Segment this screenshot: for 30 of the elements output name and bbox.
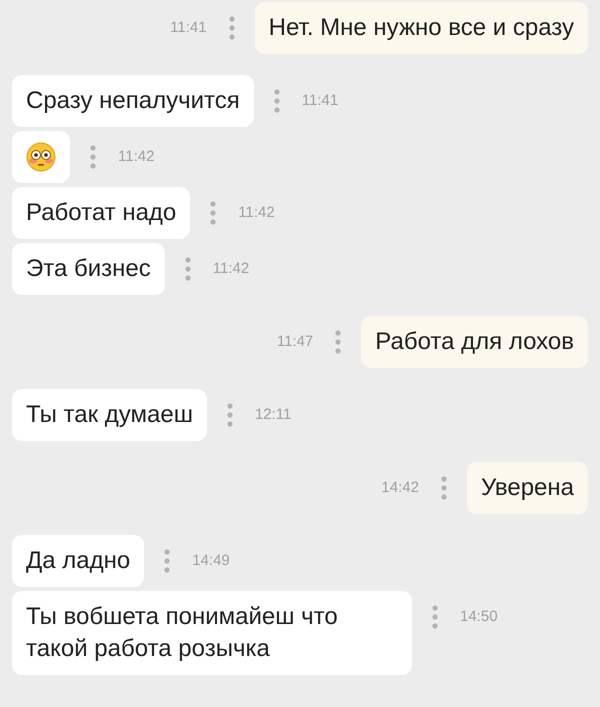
message-time: 11:47 (276, 332, 314, 352)
message-time: 11:42 (212, 258, 250, 279)
more-options-icon[interactable] (440, 475, 447, 501)
more-options-icon[interactable] (335, 329, 342, 355)
more-options-icon[interactable] (210, 200, 216, 226)
message-time: 14:42 (381, 478, 419, 498)
more-options-icon[interactable] (226, 402, 233, 428)
message-text: Ты так думаеш (12, 389, 207, 441)
message-text: Эта бизнес (12, 243, 165, 295)
message-text: Уверена (466, 462, 588, 514)
more-options-icon[interactable] (184, 256, 191, 282)
message-time: 11:41 (170, 18, 207, 38)
message-text: Работат надо (12, 187, 190, 239)
message-time: 11:42 (238, 202, 275, 223)
message-text: Нет. Мне нужно все и сразу (254, 2, 588, 54)
message-text: Ты вобшета понимайеш что такой работа розычка (12, 591, 412, 675)
more-options-icon[interactable] (164, 548, 170, 574)
more-options-icon[interactable] (228, 15, 235, 41)
more-options-icon[interactable] (432, 604, 438, 630)
message-time: 11:41 (302, 90, 338, 111)
more-options-icon[interactable] (90, 144, 96, 170)
message-time: 12:11 (254, 404, 292, 425)
more-options-icon[interactable] (274, 88, 280, 114)
message-text: Работа для лохов (361, 316, 588, 368)
message-time: 11:42 (118, 146, 154, 167)
message-time: 14:50 (460, 606, 498, 627)
message-text: Сразу непалучится (12, 75, 254, 127)
message-text: Да ладно (12, 535, 144, 587)
flushed-face-emoji-icon (26, 142, 56, 172)
message-time: 14:49 (192, 550, 230, 571)
